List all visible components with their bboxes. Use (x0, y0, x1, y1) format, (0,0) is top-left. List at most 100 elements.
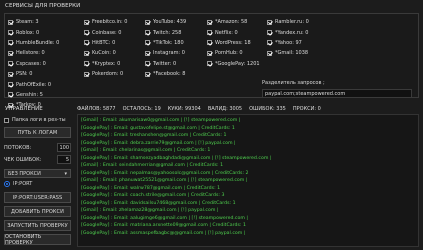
service-item[interactable]: WordPress: 18 (207, 38, 260, 48)
folder-checkbox-row[interactable]: Папка логи в рез-ты (4, 117, 66, 123)
log-line: [Gmail] : Email: chelarinas@gmail.com | … (81, 148, 211, 153)
service-item[interactable]: Freebitco.in: 0 (84, 17, 127, 27)
service-checkbox[interactable] (84, 61, 89, 67)
radio-ipport-row[interactable]: IP:PORT (4, 181, 32, 187)
results-log[interactable]: [Gmail] : Email: akumarisaw0@gmail.com |… (77, 114, 419, 247)
service-item[interactable]: HumbleBundle: 0 (8, 38, 59, 48)
service-checkbox[interactable] (8, 82, 13, 88)
service-checkbox[interactable] (207, 50, 212, 56)
service-checkbox[interactable] (207, 19, 212, 25)
service-label: Twitch: 258 (153, 29, 182, 36)
service-item[interactable]: PathOfExile: 0 (8, 79, 59, 89)
service-checkbox[interactable] (145, 40, 150, 46)
service-label: *Amazon: 58 (215, 19, 248, 26)
service-item[interactable]: Cspcases: 0 (8, 59, 59, 69)
service-item[interactable]: Coinbase: 0 (84, 27, 127, 37)
add-proxy-button[interactable]: ДОБАВИТЬ ПРОКСИ (4, 206, 71, 217)
service-checkbox[interactable] (207, 30, 212, 36)
service-checkbox[interactable] (8, 19, 13, 25)
service-item[interactable]: YouTube: 439 (145, 17, 186, 27)
service-checkbox[interactable] (145, 50, 150, 56)
error-checks-label: ЧЕК ОШИБОК: (4, 156, 42, 163)
start-check-button[interactable]: ЗАПУСТИТЬ ПРОВЕРКУ (4, 220, 71, 231)
service-item[interactable]: Genshin: 5 (8, 90, 59, 100)
service-item[interactable]: Rambler.ru: 0 (267, 17, 309, 27)
service-item[interactable]: Hellstore: 0 (8, 48, 59, 58)
log-line: [GooglePay] : Email: walrw787@gmail.com … (81, 185, 221, 191)
service-item[interactable]: PSN: 0 (8, 69, 59, 79)
service-checkbox[interactable] (267, 30, 272, 36)
log-line: [GooglePay] : Email: debra.zarrie79@gmai… (81, 140, 236, 146)
service-checkbox[interactable] (207, 61, 212, 67)
log-line: [Gmail] : Email: phanuwat25521@gmail.com… (81, 178, 248, 183)
service-checkbox[interactable] (8, 61, 13, 67)
proxy-select[interactable]: БЕЗ ПРОКСИ ▾ (4, 169, 71, 178)
stat-proxies: ПРОКСИ: 0 (292, 106, 321, 112)
service-label: PathOfExile: 0 (16, 81, 52, 88)
error-checks-input[interactable]: 5 (57, 155, 71, 164)
service-label: *Gmail: 1038 (275, 50, 309, 57)
service-checkbox[interactable] (84, 30, 89, 36)
service-checkbox[interactable] (8, 30, 13, 36)
radio-ipport[interactable] (4, 181, 10, 187)
service-item[interactable]: *Facebook: 8 (145, 69, 186, 79)
chevron-down-icon: ▾ (64, 170, 67, 177)
service-item[interactable]: Roblox: 0 (8, 27, 59, 37)
service-item[interactable]: Twitter: 0 (145, 59, 186, 69)
service-checkbox[interactable] (267, 50, 272, 56)
stats-bar: ФАЙЛОВ: 5877 ОСТАЛОСЬ: 19 КУКИ: 99304 ВА… (77, 106, 321, 112)
service-item[interactable]: *Yahoo: 97 (267, 38, 309, 48)
service-item[interactable]: Netflix: 0 (207, 27, 260, 37)
service-item[interactable]: KuCoin: 0 (84, 48, 127, 58)
service-checkbox[interactable] (145, 61, 150, 67)
service-checkbox[interactable] (8, 71, 13, 77)
service-item[interactable]: Steam: 3 (8, 17, 59, 27)
service-item[interactable]: *GooglePay: 1201 (207, 59, 260, 69)
threads-input[interactable]: 100 (57, 143, 71, 152)
service-item[interactable]: Twitch: 258 (145, 27, 186, 37)
stat-valid: ВАЛИД: 3005 (207, 106, 243, 112)
service-checkbox[interactable] (8, 40, 13, 46)
service-item[interactable]: HitBTC: 0 (84, 38, 127, 48)
service-label: PSN: 0 (16, 71, 33, 78)
service-label: Cspcases: 0 (16, 60, 46, 67)
service-label: Hellstore: 0 (16, 50, 45, 57)
service-checkbox[interactable] (84, 71, 89, 77)
service-checkbox[interactable] (84, 50, 89, 56)
service-item[interactable]: *Kryptex: 0 (84, 59, 127, 69)
service-checkbox[interactable] (267, 19, 272, 25)
service-checkbox[interactable] (267, 40, 272, 46)
service-checkbox[interactable] (8, 92, 13, 98)
service-item[interactable]: PornHub: 0 (207, 48, 260, 58)
log-line: [GooglePay] : Email: coach.strile@gmail.… (81, 193, 225, 198)
service-item[interactable]: Pokerdom: 0 (84, 69, 127, 79)
service-checkbox[interactable] (207, 40, 212, 46)
stat-cookies: КУКИ: 99304 (167, 106, 201, 112)
service-label: Freebitco.in: 0 (92, 19, 128, 26)
service-label: PornHub: 0 (215, 50, 243, 57)
services-panel: Steam: 3 Roblox: 0 HumbleBundle: 0 Hellstor… (4, 13, 419, 108)
folder-checkbox[interactable] (4, 117, 9, 123)
log-line: [GooglePay] : Email: nepalmas@yahoosolc@… (81, 170, 249, 176)
service-item[interactable]: *TikTok: 180 (145, 38, 186, 48)
service-checkbox[interactable] (145, 30, 150, 36)
service-checkbox[interactable] (145, 71, 150, 77)
service-checkbox[interactable] (84, 40, 89, 46)
radio-ipport-auth[interactable]: IP:PORT:USER:PASS (4, 192, 71, 203)
error-checks-row: ЧЕК ОШИБОК: 5 (4, 155, 71, 164)
service-checkbox[interactable] (145, 19, 150, 25)
separator-input[interactable]: paypal.com;steampowered.com (262, 89, 412, 98)
service-checkbox[interactable] (8, 50, 13, 56)
service-item[interactable]: Instagram: 0 (145, 48, 186, 58)
service-item[interactable]: *Gmail: 1038 (267, 48, 309, 58)
threads-label: ПОТОКОВ: (4, 144, 32, 151)
threads-row: ПОТОКОВ: 100 (4, 143, 71, 152)
service-label: Roblox: 0 (16, 29, 40, 36)
stat-remaining: ОСТАЛОСЬ: 19 (122, 106, 161, 112)
service-item[interactable]: *Amazon: 58 (207, 17, 260, 27)
logs-path-button[interactable]: ПУТЬ К ЛОГАМ (4, 127, 71, 138)
service-item[interactable]: *Yandex.ru: 0 (267, 27, 309, 37)
radio-ipport-label: IP:PORT (13, 181, 33, 187)
stop-check-button[interactable]: ОСТАНОВИТЬ ПРОВЕРКУ (4, 234, 71, 246)
service-checkbox[interactable] (84, 19, 89, 25)
